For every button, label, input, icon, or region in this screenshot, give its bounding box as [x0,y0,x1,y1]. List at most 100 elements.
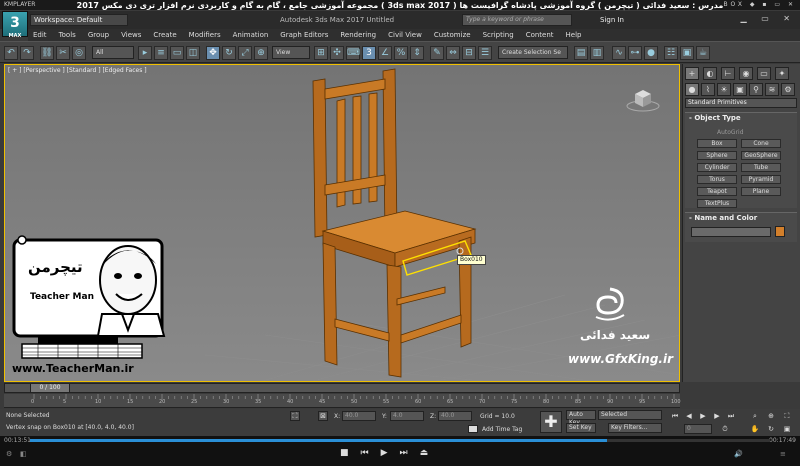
goto-end-icon[interactable]: ⏭ [726,411,736,421]
key-filters-button[interactable]: Key Filters... [608,423,662,433]
space-warps-icon[interactable]: ≋ [765,83,779,96]
media-settings-icon[interactable]: ⚙ [6,450,12,458]
media-play-icon[interactable]: ▶ [381,448,400,458]
systems-icon[interactable]: ⚙ [781,83,795,96]
menu-help[interactable]: Help [561,29,589,41]
link-icon[interactable]: ⛓ [40,46,54,60]
set-key-button[interactable]: Set Key [566,423,596,433]
layer-icon[interactable]: ☰ [478,46,492,60]
maximize-viewport-icon[interactable]: ▣ [782,424,792,434]
menu-create[interactable]: Create [148,29,183,41]
object-type-title[interactable]: - Object Type [685,113,797,123]
geosphere-button[interactable]: GeoSphere [741,151,781,160]
goto-start-icon[interactable]: ⏮ [670,411,680,421]
snaps-toggle-icon[interactable]: 3 [362,46,376,60]
menu-views[interactable]: Views [116,29,148,41]
orbit-icon[interactable]: ↻ [766,424,776,434]
play-icon[interactable]: ▶ [698,411,708,421]
next-frame-icon[interactable]: ▶ [712,411,722,421]
material-editor-icon[interactable]: ● [644,46,658,60]
time-tag-icon[interactable] [468,425,478,433]
time-config-icon[interactable]: ⏱ [720,424,730,434]
menu-scripting[interactable]: Scripting [478,29,521,41]
lock-selection-icon[interactable]: ⛶ [290,411,300,421]
menu-civil-view[interactable]: Civil View [383,29,429,41]
object-color-swatch[interactable] [775,226,785,237]
align-icon[interactable]: ⊟ [462,46,476,60]
select-by-name-icon[interactable]: ≡ [154,46,168,60]
hierarchy-tab-icon[interactable]: ⊢ [721,67,735,80]
cylinder-button[interactable]: Cylinder [697,163,737,172]
box-button[interactable]: Box [697,139,737,148]
media-menu-icon[interactable]: ≡ [780,450,786,458]
unlink-icon[interactable]: ✂ [56,46,70,60]
prev-frame-icon[interactable]: ◀ [684,411,694,421]
window-crossing-icon[interactable]: ◫ [186,46,200,60]
media-eject-icon[interactable]: ⏏ [420,448,441,458]
select-rotate-icon[interactable]: ↻ [222,46,236,60]
name-color-title[interactable]: - Name and Color [685,213,797,223]
render-icon[interactable]: ☕ [696,46,710,60]
zoom-icon[interactable]: ⌕ [750,411,760,421]
track-bar[interactable]: 0 5 10 15 20 25 30 35 40 45 50 55 60 65 … [4,394,681,408]
spinner-snap-icon[interactable]: ⇕ [410,46,424,60]
workspace-dropdown[interactable]: Workspace: Default [30,14,128,26]
create-tab-icon[interactable]: + [685,67,699,80]
y-coord-field[interactable]: 4.0 [390,411,424,421]
menu-group[interactable]: Group [83,29,116,41]
teapot-button[interactable]: Teapot [697,187,737,196]
redo-icon[interactable]: ↷ [20,46,34,60]
select-scale-icon[interactable]: ⤢ [238,46,252,60]
zoom-extents-icon[interactable]: ⛶ [782,411,792,421]
media-prev-icon[interactable]: ⏮ [361,448,381,458]
player-window-controls[interactable]: BOX ◆ ▪ ▭ ✕ [724,0,796,10]
rendered-frame-icon[interactable]: ▣ [680,46,694,60]
undo-icon[interactable]: ↶ [4,46,18,60]
media-3d-icon[interactable]: ◧ [20,450,27,458]
manipulate-icon[interactable]: ✣ [330,46,344,60]
x-coord-field[interactable]: 40.0 [342,411,376,421]
rect-selection-icon[interactable]: ▭ [170,46,184,60]
time-slider-thumb[interactable]: 0 / 100 [30,383,70,393]
edit-named-selection-icon[interactable]: ✎ [430,46,444,60]
sign-in-link[interactable]: Sign In [600,14,624,26]
pan-icon[interactable]: ✋ [750,424,760,434]
media-stop-icon[interactable]: ■ [340,448,361,458]
menu-edit[interactable]: Edit [28,29,54,41]
sphere-button[interactable]: Sphere [697,151,737,160]
mirror-icon[interactable]: ⇔ [446,46,460,60]
angle-snap-icon[interactable]: ∠ [378,46,392,60]
menu-graph-editors[interactable]: Graph Editors [275,29,335,41]
zoom-all-icon[interactable]: ⊕ [766,411,776,421]
primitive-type-dropdown[interactable]: Standard Primitives [685,98,797,108]
render-setup-icon[interactable]: ☷ [664,46,678,60]
selection-filter-dropdown[interactable]: All [92,46,134,59]
curve-editor-icon[interactable]: ∿ [612,46,626,60]
auto-key-button[interactable]: Auto Key [566,410,596,426]
search-input[interactable]: Type a keyword or phrase [462,14,572,26]
tube-button[interactable]: Tube [741,163,781,172]
selection-set-dropdown[interactable]: Create Selection Se [498,46,568,59]
object-name-input[interactable] [691,227,771,237]
media-next-icon[interactable]: ⏭ [400,448,420,458]
shapes-icon[interactable]: ⌇ [701,83,715,96]
autogrid-checkbox[interactable]: AutoGrid [717,129,744,136]
max-window-controls[interactable]: ▁ ▭ ✕ [741,14,797,23]
textplus-button[interactable]: TextPlus [697,199,737,208]
current-frame-field[interactable]: 0 [684,424,712,434]
selected-dropdown[interactable]: Selected [598,410,662,420]
utilities-tab-icon[interactable]: ✦ [775,67,789,80]
geometry-icon[interactable]: ● [685,83,699,96]
absolute-mode-icon[interactable]: ⊠ [318,411,328,421]
menu-tools[interactable]: Tools [54,29,83,41]
z-coord-field[interactable]: 40.0 [438,411,472,421]
menu-content[interactable]: Content [521,29,561,41]
torus-button[interactable]: Torus [697,175,737,184]
cameras-icon[interactable]: ▣ [733,83,747,96]
pyramid-button[interactable]: Pyramid [741,175,781,184]
menu-customize[interactable]: Customize [429,29,478,41]
viewcube-icon[interactable] [625,85,661,113]
menu-rendering[interactable]: Rendering [335,29,383,41]
ref-coord-dropdown[interactable]: View [272,46,310,59]
set-key-icon[interactable]: ✚ [540,411,562,433]
